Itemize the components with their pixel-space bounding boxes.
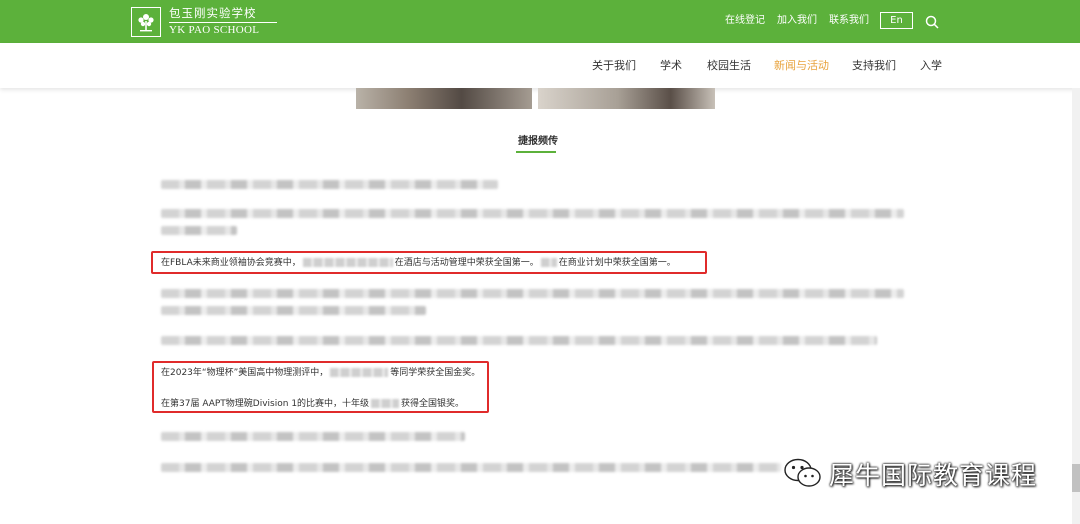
news-photo-right bbox=[538, 88, 715, 109]
redacted-text-line bbox=[161, 289, 904, 298]
contact-us-link[interactable]: 联系我们 bbox=[829, 14, 869, 27]
wechat-watermark: 犀牛国际教育课程 bbox=[783, 456, 1037, 492]
nav-item-academics[interactable]: 学术 bbox=[660, 59, 682, 73]
logo-english-name: YK PAO SCHOOL bbox=[169, 23, 260, 36]
redacted-name bbox=[330, 368, 389, 377]
redacted-text-line bbox=[161, 463, 781, 472]
logo-wordmark: 包玉刚实验学校 YK PAO SCHOOL bbox=[169, 8, 277, 36]
nav-item-campus-life[interactable]: 校园生活 bbox=[707, 59, 751, 73]
redacted-text-line bbox=[161, 306, 426, 315]
top-header-bar: 包玉刚实验学校 YK PAO SCHOOL 在线登记 加入我们 联系我们 En bbox=[0, 0, 1080, 43]
aapt-award-text: 在第37届 AAPT物理碗Division 1的比赛中，十年级 获得全国银奖。 bbox=[161, 398, 464, 410]
nav-item-news-events[interactable]: 新闻与活动 bbox=[774, 59, 829, 73]
register-online-link[interactable]: 在线登记 bbox=[725, 14, 765, 27]
redacted-text-line bbox=[161, 180, 498, 189]
redacted-text-line bbox=[161, 432, 465, 441]
logo-divider bbox=[169, 21, 277, 23]
tree-logo-icon bbox=[131, 7, 161, 37]
news-photo-left bbox=[356, 88, 532, 109]
physics-text-part2: 等同学荣获全国金奖。 bbox=[390, 368, 481, 378]
aapt-text-part1: 在第37届 AAPT物理碗Division 1的比赛中，十年级 bbox=[161, 399, 370, 409]
redacted-name bbox=[302, 258, 393, 267]
redacted-text-line bbox=[161, 209, 904, 218]
fbla-award-text: 在FBLA未来商业领袖协会竞赛中， 在酒店与活动管理中荣获全国第一。 在商业计划中荣… bbox=[161, 257, 676, 269]
scrollbar-track[interactable] bbox=[1072, 88, 1080, 524]
nav-item-admissions[interactable]: 入学 bbox=[920, 59, 942, 73]
main-navigation: 关于我们 学术 校园生活 新闻与活动 支持我们 入学 bbox=[0, 43, 1080, 88]
redacted-text-line bbox=[161, 336, 877, 345]
fbla-text-part1: 在FBLA未来商业领袖协会竞赛中， bbox=[161, 258, 301, 268]
nav-item-about[interactable]: 关于我们 bbox=[592, 59, 636, 73]
language-toggle-button[interactable]: En bbox=[880, 12, 913, 29]
scrollbar-thumb[interactable] bbox=[1072, 464, 1080, 492]
section-title-underline bbox=[516, 151, 556, 153]
redacted-name bbox=[371, 399, 400, 408]
redacted-text-line bbox=[161, 226, 237, 235]
watermark-text: 犀牛国际教育课程 bbox=[829, 461, 1038, 490]
fbla-text-part2: 在酒店与活动管理中荣获全国第一。 bbox=[394, 258, 539, 268]
nav-item-support-us[interactable]: 支持我们 bbox=[852, 59, 896, 73]
aapt-text-part2: 获得全国银奖。 bbox=[401, 399, 465, 409]
logo-chinese-name: 包玉刚实验学校 bbox=[169, 6, 257, 21]
join-us-link[interactable]: 加入我们 bbox=[777, 14, 817, 27]
physics-cup-award-text: 在2023年“物理杯”美国高中物理测评中， 等同学荣获全国金奖。 bbox=[161, 367, 480, 379]
fbla-text-part3: 在商业计划中荣获全国第一。 bbox=[558, 258, 676, 268]
section-title: 捷报频传 bbox=[518, 136, 558, 147]
school-logo[interactable]: 包玉刚实验学校 YK PAO SCHOOL bbox=[131, 7, 277, 37]
physics-text-part1: 在2023年“物理杯”美国高中物理测评中， bbox=[161, 368, 329, 378]
redacted-name bbox=[540, 258, 557, 267]
wechat-icon bbox=[784, 458, 821, 487]
search-icon[interactable] bbox=[925, 14, 939, 29]
